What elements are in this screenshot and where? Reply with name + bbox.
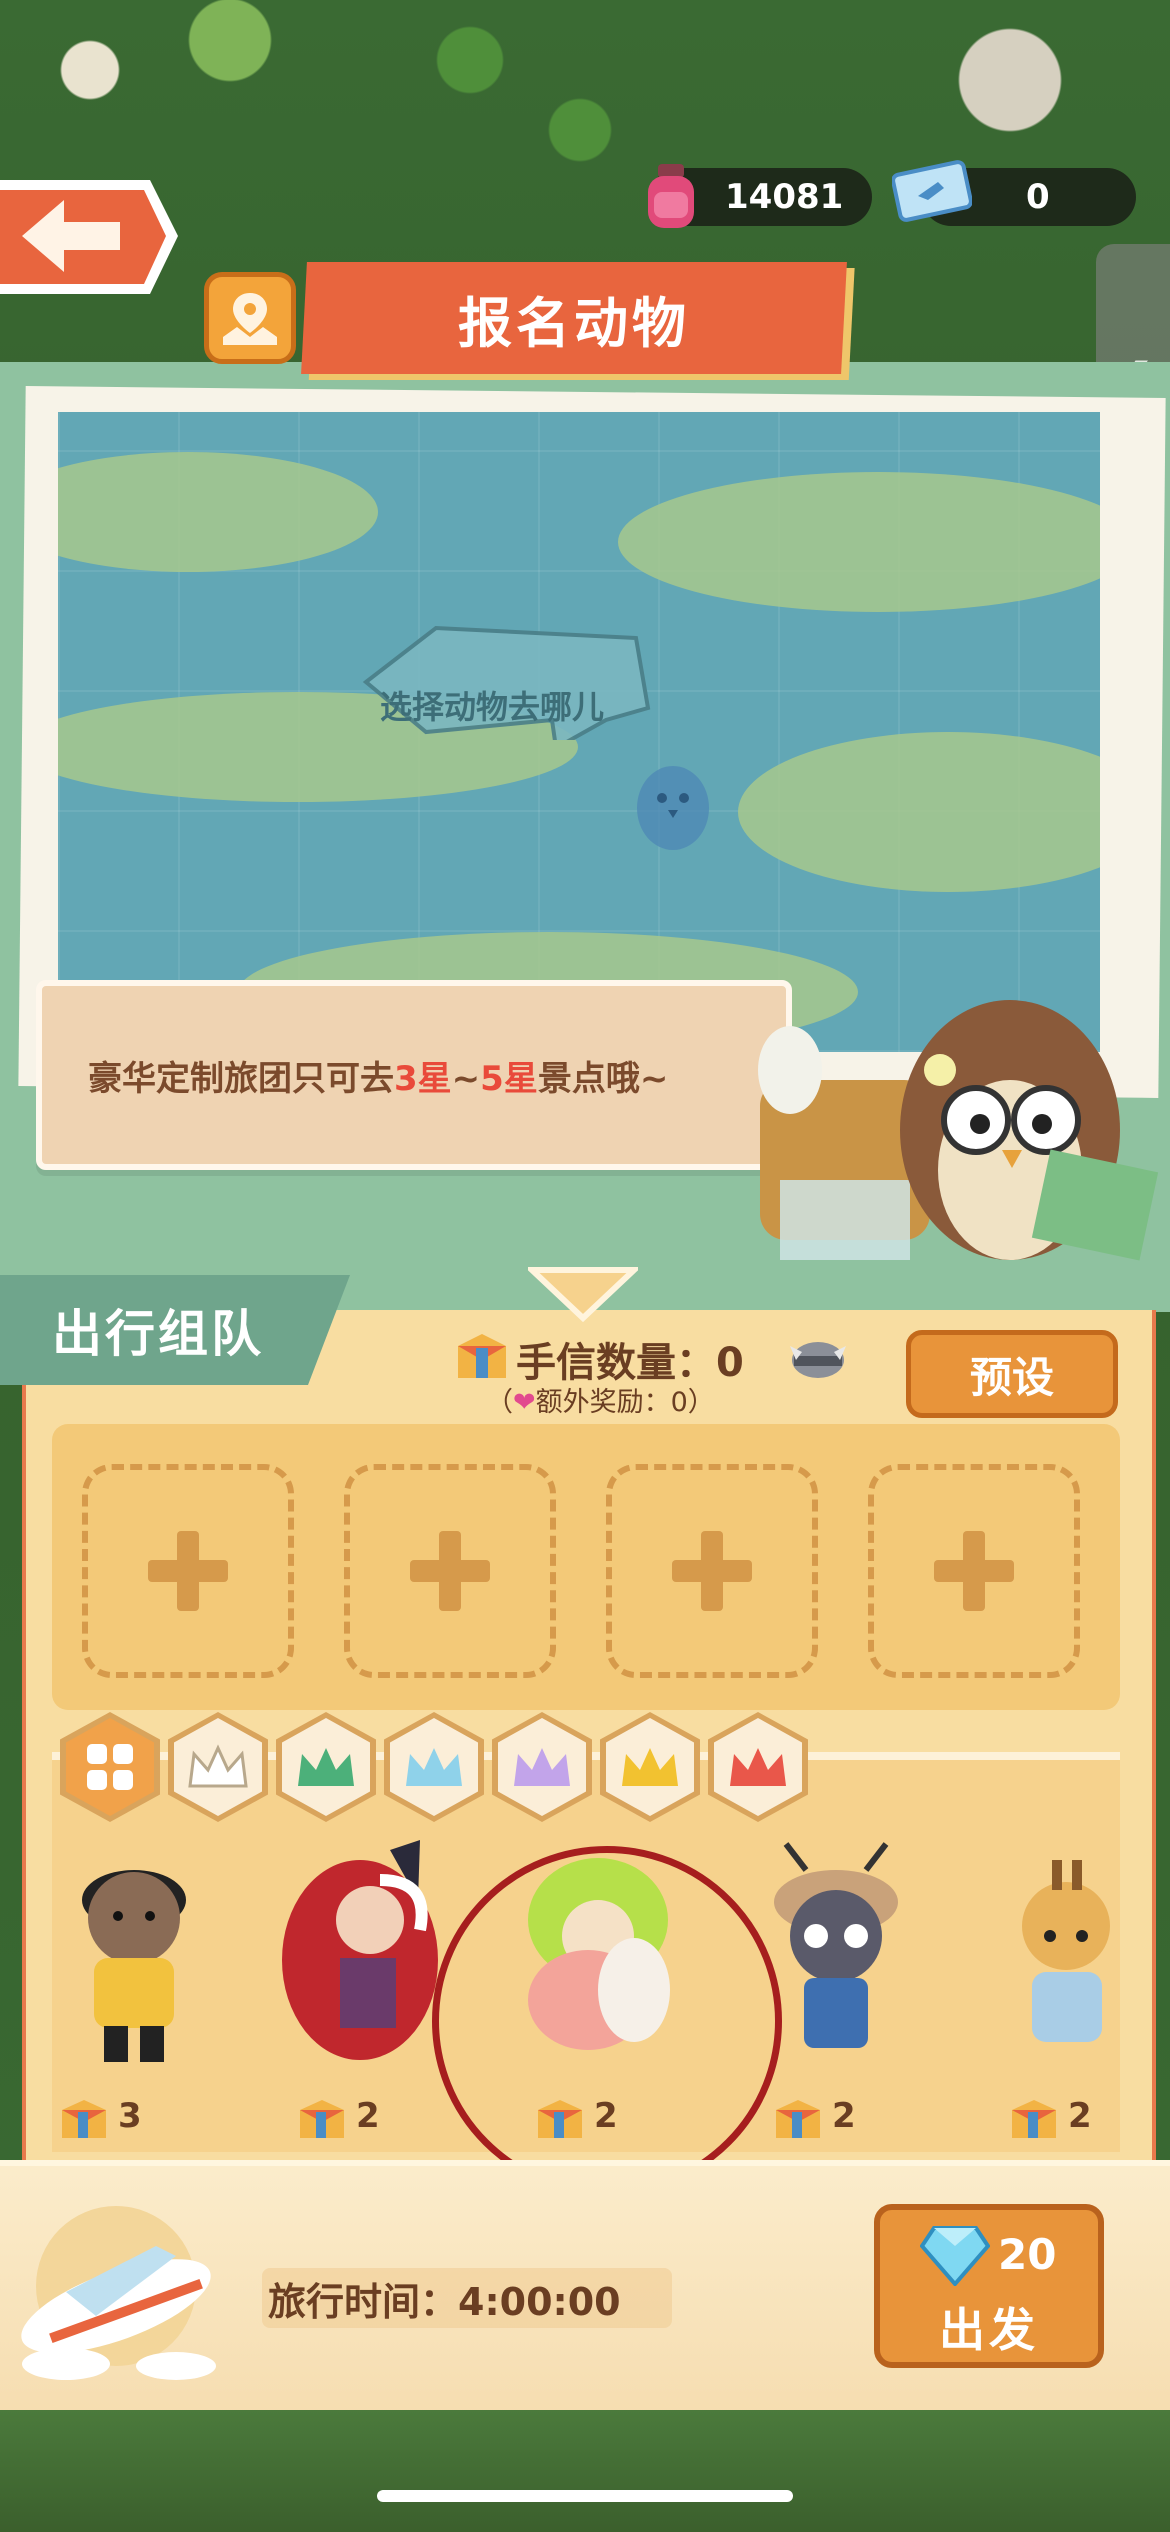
travel-time: 旅行时间：4:00:00 [262, 2268, 672, 2328]
home-indicator[interactable] [377, 2490, 793, 2502]
map-pin-icon [223, 293, 277, 345]
extra-reward-paren: （ [486, 1387, 513, 1418]
gift-letters-icon [776, 2100, 820, 2138]
helmet-icon[interactable] [786, 1330, 850, 1382]
page-title: 报名动物 [458, 291, 690, 355]
map-prompt-text: 选择动物去哪儿 [380, 688, 605, 726]
destination-hint: 豪华定制旅团只可去3星~5星景点哦~ [36, 980, 792, 1170]
team-header: 出行组队 [0, 1275, 350, 1385]
crown-icon-container [174, 1718, 262, 1816]
gift-letters-icon [300, 2100, 344, 2138]
crown-red-icon [730, 1748, 786, 1786]
depart-cost: 20 [998, 2230, 1057, 2279]
character-count: 3 [118, 2096, 142, 2136]
plus-icon-bar [177, 1531, 199, 1611]
ticket-currency: 0 [892, 160, 1136, 226]
character-count: 2 [832, 2096, 856, 2136]
crown-icon-container [714, 1718, 802, 1816]
empty-team-slot[interactable] [344, 1464, 556, 1678]
crown-green-icon [298, 1748, 354, 1786]
ink-bottle-icon [648, 164, 694, 228]
empty-team-slot[interactable] [868, 1464, 1080, 1678]
depart-button[interactable]: 20 出发 [874, 2204, 1104, 2368]
character-count: 2 [356, 2096, 380, 2136]
diamond-icon [920, 2226, 990, 2286]
ticket-icon [892, 160, 972, 222]
grid-icon [66, 1718, 154, 1816]
ink-amount: 14081 [725, 177, 844, 217]
travel-time-text: 旅行时间：4:00:00 [268, 2279, 621, 2324]
hint-text-2: 景点哦~ [537, 1058, 669, 1099]
gift-letters-icon [1012, 2100, 1056, 2138]
character-giraffe[interactable] [976, 1840, 1156, 2080]
owl-guide-character [758, 1000, 1159, 1261]
plus-icon-bar [439, 1531, 461, 1611]
hint-highlight-min: 3星 [394, 1058, 452, 1099]
hint-text-1: 豪华定制旅团只可去 [88, 1058, 394, 1099]
extra-reward: （❤额外奖励：0） [486, 1380, 715, 1419]
character-red-cat-girl[interactable] [270, 1840, 450, 2080]
character-count: 2 [1068, 2096, 1092, 2136]
airplane-icon [21, 2206, 216, 2380]
crown-gold-icon [622, 1748, 678, 1786]
crown-icon-container [498, 1718, 586, 1816]
chick-mascot-icon [637, 766, 709, 850]
map-land [618, 472, 1100, 612]
grid-four-icon [87, 1744, 133, 1790]
empty-team-slot[interactable] [82, 1464, 294, 1678]
map-location-button[interactable] [204, 272, 296, 364]
map-land [738, 732, 1100, 892]
team-header-title: 出行组队 [52, 1305, 264, 1363]
character-bear[interactable] [44, 1840, 224, 2080]
gift-letters-icon [458, 1334, 506, 1378]
ink-currency: 14081 [648, 164, 872, 228]
extra-reward-text: 额外奖励：0） [535, 1387, 715, 1418]
crown-purple-icon [514, 1748, 570, 1786]
hint-separator: ~ [451, 1058, 481, 1099]
map-land [58, 452, 378, 572]
plus-icon-bar [963, 1531, 985, 1611]
crown-icon-container [606, 1718, 694, 1816]
crown-blue-icon [406, 1748, 462, 1786]
preset-label: 预设 [969, 1352, 1054, 1402]
crown-white-icon [188, 1744, 248, 1788]
ticket-amount: 0 [1026, 177, 1050, 217]
highlight-circle-annotation [432, 1846, 782, 2196]
hint-highlight-max: 5星 [480, 1058, 538, 1099]
preset-button[interactable]: 预设 [906, 1330, 1118, 1418]
crown-icon-container [282, 1718, 370, 1816]
heart-icon: ❤ [513, 1387, 536, 1418]
back-button[interactable] [0, 172, 180, 302]
gift-letters-icon [62, 2100, 106, 2138]
plus-icon-bar [701, 1531, 723, 1611]
page-title-banner: 报名动物 [301, 262, 847, 374]
crown-icon-container [390, 1718, 478, 1816]
empty-team-slot[interactable] [606, 1464, 818, 1678]
team-slots [52, 1424, 1120, 1710]
depart-label: 出发 [939, 2303, 1039, 2357]
bottom-scenery [0, 2410, 1170, 2532]
collapse-arrow-icon[interactable] [528, 1266, 638, 1322]
